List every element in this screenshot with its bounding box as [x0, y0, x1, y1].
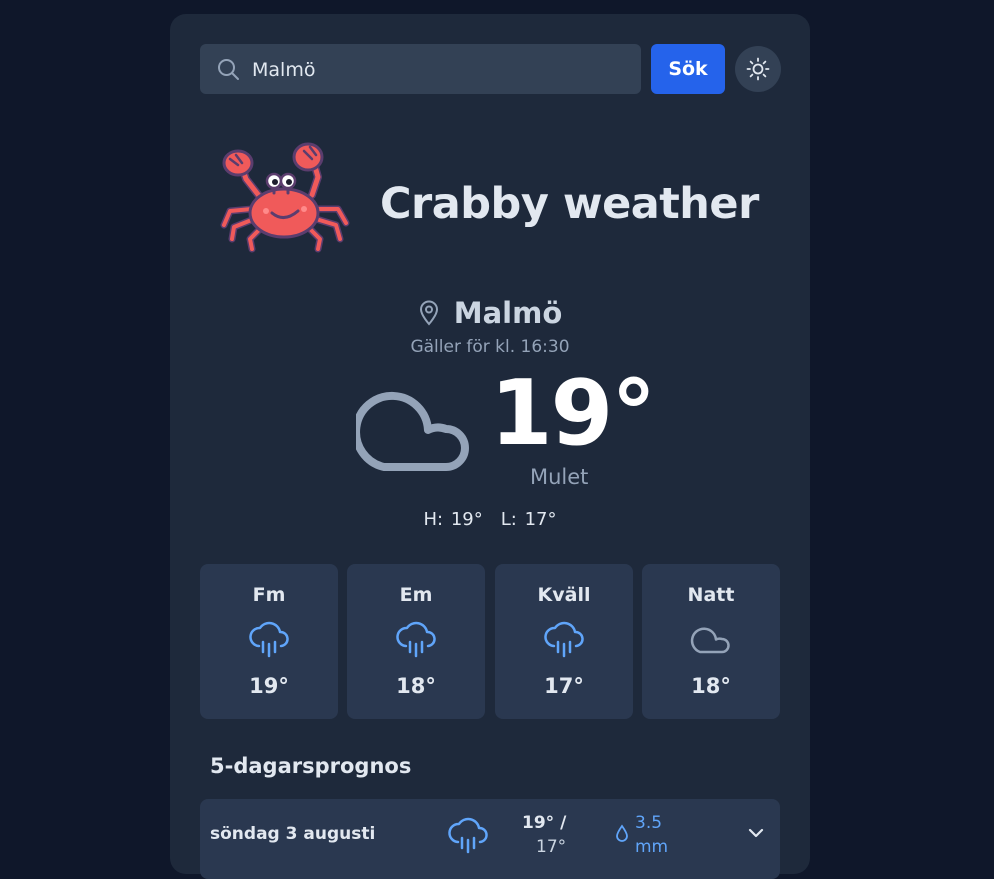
forecast-title: 5-dagarsprognos — [210, 754, 412, 778]
brand-header: Crabby weather — [220, 139, 780, 264]
low-temp: L: 17° — [500, 509, 557, 530]
current-temperature: 19° — [490, 361, 656, 466]
day-periods: Fm 19° Em 18° Kväll 17° Natt 18° — [200, 564, 780, 719]
day-high: 19° / — [522, 813, 567, 833]
chevron-down-icon[interactable] — [746, 823, 766, 843]
location-pin-icon — [419, 300, 438, 326]
search-icon — [218, 59, 239, 80]
cloud-icon — [690, 627, 730, 654]
high-low: H: 19° L: 17° — [170, 509, 810, 530]
period-card: Em 18° — [347, 564, 485, 719]
search-button[interactable]: Sök — [651, 44, 725, 94]
period-label: Fm — [252, 584, 286, 606]
day-low: 17° — [536, 837, 567, 857]
sun-icon — [746, 57, 770, 81]
period-label: Kväll — [537, 584, 591, 606]
theme-toggle-button[interactable] — [735, 46, 781, 92]
valid-time: Gäller för kl. 16:30 — [410, 337, 570, 357]
raindrop-icon — [616, 824, 628, 842]
rain-icon — [396, 621, 436, 658]
period-temp: 18° — [691, 674, 731, 698]
app-title: Crabby weather — [380, 179, 759, 229]
location-name: Malmö — [453, 296, 563, 330]
forecast-day-row[interactable]: söndag 3 augusti 19° / 17° 3.5 mm — [200, 799, 780, 879]
day-temperature: 19° / 17° — [522, 811, 566, 859]
period-temp: 18° — [396, 674, 436, 698]
rain-icon — [249, 621, 289, 658]
search-input[interactable] — [250, 44, 634, 96]
crab-logo-icon — [220, 142, 350, 253]
rain-icon — [448, 817, 488, 854]
search-field[interactable] — [200, 44, 641, 96]
period-label: Em — [399, 584, 433, 606]
day-name: söndag 3 augusti — [210, 824, 376, 844]
high-temp: H: 19° — [423, 509, 483, 530]
period-card: Natt 18° — [642, 564, 780, 719]
day-precipitation: 3.5 mm — [635, 813, 669, 857]
period-temp: 19° — [249, 674, 289, 698]
weather-condition: Mulet — [530, 465, 589, 489]
period-temp: 17° — [544, 674, 584, 698]
search-bar: Sök — [200, 44, 781, 96]
rain-icon — [544, 621, 584, 658]
cloud-icon — [356, 391, 469, 471]
period-card: Kväll 17° — [495, 564, 633, 719]
weather-card: Sök — [170, 14, 810, 879]
location-header: Malmö — [170, 296, 810, 330]
period-label: Natt — [687, 584, 735, 606]
period-card: Fm 19° — [200, 564, 338, 719]
